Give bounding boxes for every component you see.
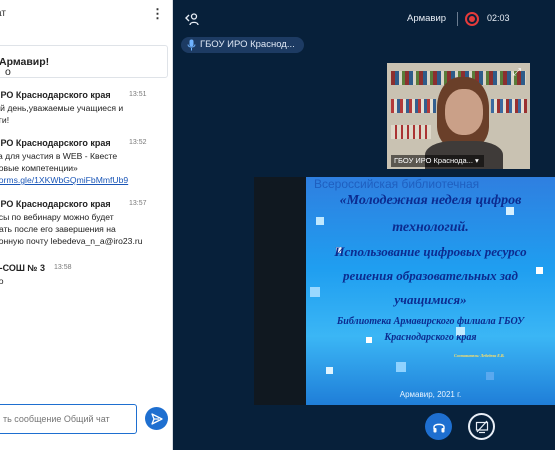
message-line: но: [0, 275, 4, 287]
slide-subtitle-line: Библиотека Армавирского филиала ГБОУ: [336, 316, 525, 327]
message-line: лать после его завершения на: [0, 224, 116, 234]
message-line: ый день,уважаемые учащиеся и: [0, 103, 124, 113]
presentation-area: Всероссийская библиотечная «Молодежная н…: [254, 177, 555, 405]
bookshelf: [391, 99, 436, 113]
chat-composer[interactable]: [0, 404, 137, 434]
meeting-title: Армавир: [407, 13, 447, 24]
chat-panel: ат ⋮ о Армавир! ИРО Краснодарского края …: [0, 0, 173, 450]
audio-button[interactable]: [425, 413, 452, 440]
screen-share-button[interactable]: [468, 413, 495, 440]
bookshelf: [491, 99, 527, 113]
chat-header: ат ⋮: [0, 0, 172, 30]
slide-title-line: учащимися»: [394, 292, 467, 307]
send-button[interactable]: [145, 407, 168, 430]
message-line: ронную почту lebedeva_n_a@iro23.ru: [0, 236, 143, 246]
welcome-prefix: о: [5, 66, 11, 78]
divider: [457, 12, 458, 26]
message-author: ИРО Краснодарского края: [0, 199, 111, 209]
message-line: ка для участия в WEB - Квесте: [0, 151, 118, 161]
talking-user-name: ГБОУ ИРО Краснод...: [200, 39, 295, 50]
slide-title-line: Использование цифровых ресурсо: [334, 244, 527, 259]
users-icon: [185, 13, 199, 26]
person-face: [445, 89, 483, 135]
message-author: ИРО Краснодарского края: [0, 90, 111, 100]
message-time: 13:58: [54, 264, 72, 271]
message-time: 13:57: [129, 200, 147, 207]
fullscreen-icon[interactable]: ⤢: [513, 67, 521, 78]
webcam-label[interactable]: ГБОУ ИРО Краснода... ▾: [391, 155, 484, 167]
welcome-message: о Армавир!: [0, 45, 168, 78]
headphones-icon: [432, 423, 445, 432]
slide-footer: Армавир, 2021 г.: [399, 390, 462, 399]
message-time: 13:51: [129, 91, 147, 98]
slide-heading: Всероссийская библиотечная: [314, 177, 480, 191]
slide-title-line: решения образовательных зад: [343, 268, 518, 283]
message-author: ИРО Краснодарского края: [0, 138, 111, 148]
bookshelf: [391, 125, 431, 139]
message-line: ровые компетенции»: [0, 163, 78, 173]
message-line: оги!: [0, 115, 10, 125]
message-line: осы по вебинару можно будет: [0, 212, 114, 222]
talking-indicator: ГБОУ ИРО Краснод...: [181, 37, 304, 53]
microphone-icon: [187, 39, 196, 51]
users-toggle[interactable]: [184, 12, 200, 31]
slide-subtitle-line: Краснодарского края: [384, 332, 477, 343]
chat-title: ат: [0, 8, 6, 19]
send-icon: [150, 412, 163, 425]
message-time: 13:52: [129, 139, 147, 146]
message-link[interactable]: /forms.gle/1XKWbGQmiFbMmfUb9: [0, 174, 128, 186]
slide-title-line: технологий.: [392, 220, 469, 235]
kebab-menu-icon[interactable]: ⋮: [151, 5, 164, 23]
record-icon[interactable]: [465, 12, 479, 26]
chat-message-input[interactable]: [1, 413, 135, 425]
slide-stamp: Составитель: Лебедева Е.В.: [454, 353, 505, 358]
screen-share-off-icon: [475, 420, 488, 433]
slide-title-line: «Молодежная неделя цифров: [339, 193, 522, 208]
webcam-video[interactable]: ⤢ ГБОУ ИРО Краснода... ▾: [387, 63, 530, 169]
message-author: У-СОШ № 3: [0, 263, 45, 273]
record-timer: 02:03: [487, 13, 510, 23]
presentation-slide: Всероссийская библиотечная «Молодежная н…: [306, 177, 555, 405]
